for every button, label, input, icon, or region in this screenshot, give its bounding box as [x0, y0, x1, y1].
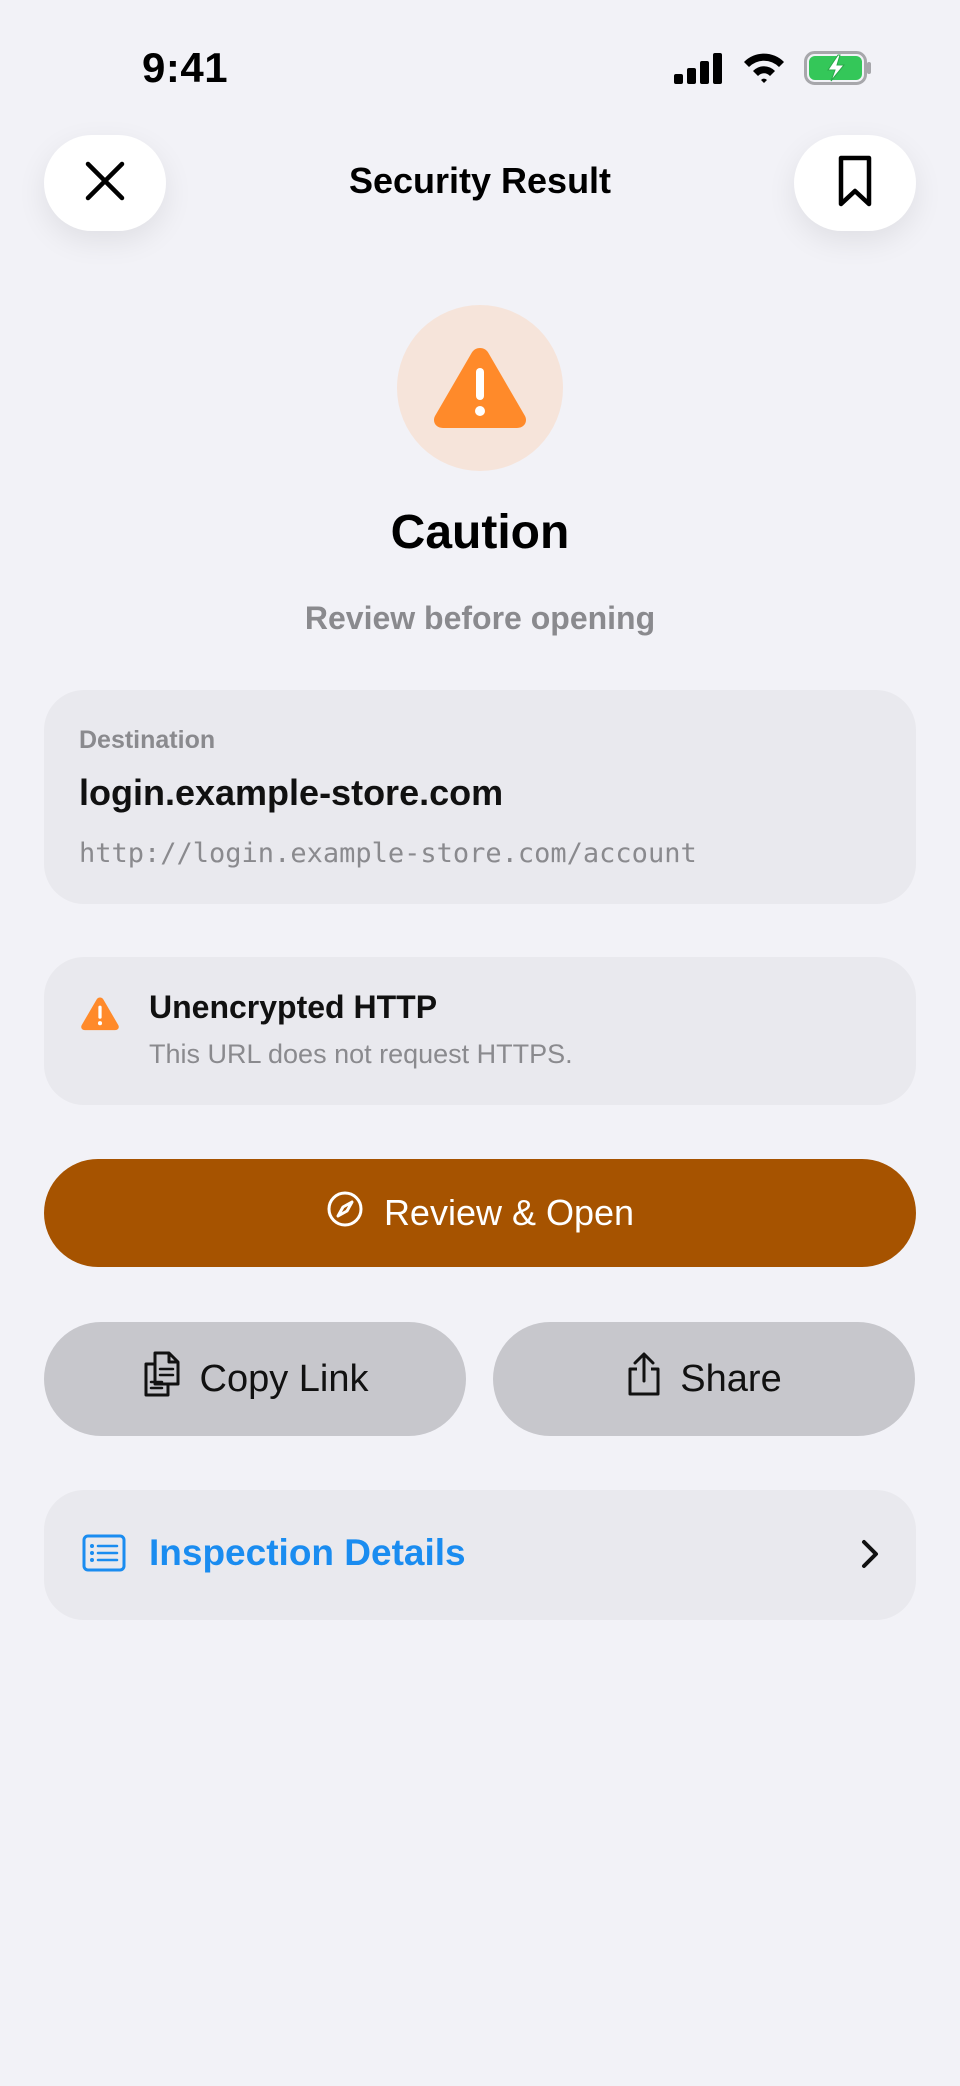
result-subtitle: Review before opening — [304, 600, 656, 636]
cellular-signal-icon — [674, 52, 724, 89]
share-icon — [626, 1351, 662, 1407]
warning-triangle-icon — [80, 995, 120, 1036]
review-open-button[interactable]: Review & Open — [44, 1159, 916, 1267]
destination-url: http://login.example-store.com/account — [79, 838, 697, 869]
share-label: Share — [680, 1357, 782, 1400]
status-icon-badge — [397, 305, 563, 471]
battery-charging-icon — [804, 50, 872, 90]
compass-icon — [326, 1190, 364, 1237]
review-open-label: Review & Open — [383, 1192, 635, 1233]
list-icon — [82, 1534, 126, 1577]
wifi-icon — [742, 51, 786, 90]
copy-icon — [142, 1350, 182, 1408]
status-time: 9:41 — [142, 44, 229, 91]
copy-link-button[interactable]: Copy Link — [44, 1322, 466, 1436]
warning-card: Unencrypted HTTP This URL does not reque… — [44, 957, 916, 1105]
destination-card: Destination login.example-store.com http… — [44, 690, 916, 904]
copy-link-label: Copy Link — [199, 1357, 369, 1400]
share-button[interactable]: Share — [493, 1322, 915, 1436]
warning-title: Unencrypted HTTP — [149, 989, 438, 1025]
destination-label: Destination — [79, 726, 216, 754]
destination-host: login.example-store.com — [79, 772, 504, 813]
bookmark-icon — [838, 155, 872, 212]
bookmark-button[interactable] — [794, 135, 916, 231]
warning-triangle-icon — [431, 342, 529, 435]
result-title: Caution — [390, 506, 570, 559]
status-icons — [674, 50, 872, 90]
inspection-details-row[interactable]: Inspection Details — [44, 1490, 916, 1620]
inspection-details-label: Inspection Details — [149, 1532, 466, 1573]
warning-description: This URL does not request HTTPS. — [149, 1039, 573, 1069]
chevron-right-icon — [860, 1538, 880, 1575]
